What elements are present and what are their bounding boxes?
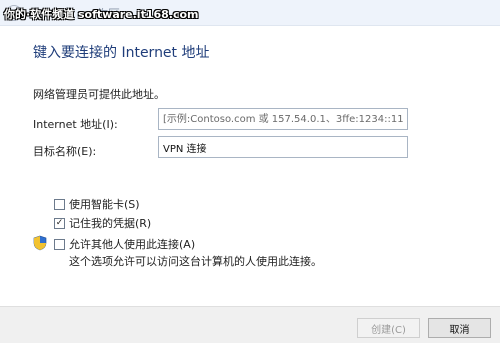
allow-others-checkbox[interactable] (54, 238, 65, 250)
allow-others-option[interactable]: 允许其他人使用此连接(A) (54, 236, 195, 252)
destination-name-label: 目标名称(E): (33, 145, 97, 158)
remember-credentials-option[interactable]: ✓ 记住我的凭据(R) (54, 215, 151, 231)
remember-credentials-label: 记住我的凭据(R) (69, 217, 152, 230)
smart-card-checkbox[interactable] (54, 198, 65, 210)
create-button[interactable]: 创建(C) (357, 318, 420, 338)
smart-card-label: 使用智能卡(S) (69, 198, 140, 211)
page-heading: 键入要连接的 Internet 地址 (33, 45, 210, 61)
cancel-button[interactable]: 取消 (428, 318, 491, 338)
internet-address-label: Internet 地址(I): (33, 118, 118, 131)
allow-others-note: 这个选项允许可以访问这台计算机的人使用此连接。 (69, 255, 322, 268)
destination-name-input[interactable] (158, 136, 408, 158)
watermark: 你的·软件频道 software.it168.com (4, 8, 199, 21)
title-bar: ← 作区 你的·软件频道 software.it168.com (0, 0, 500, 26)
dialog-footer: 创建(C) 取消 (0, 306, 500, 343)
smart-card-option[interactable]: 使用智能卡(S) (54, 196, 140, 212)
internet-address-input[interactable] (158, 108, 408, 130)
shield-icon (33, 235, 47, 251)
remember-credentials-checkbox[interactable]: ✓ (54, 217, 65, 229)
description-text: 网络管理员可提供此地址。 (33, 88, 165, 101)
allow-others-label: 允许其他人使用此连接(A) (69, 238, 196, 251)
